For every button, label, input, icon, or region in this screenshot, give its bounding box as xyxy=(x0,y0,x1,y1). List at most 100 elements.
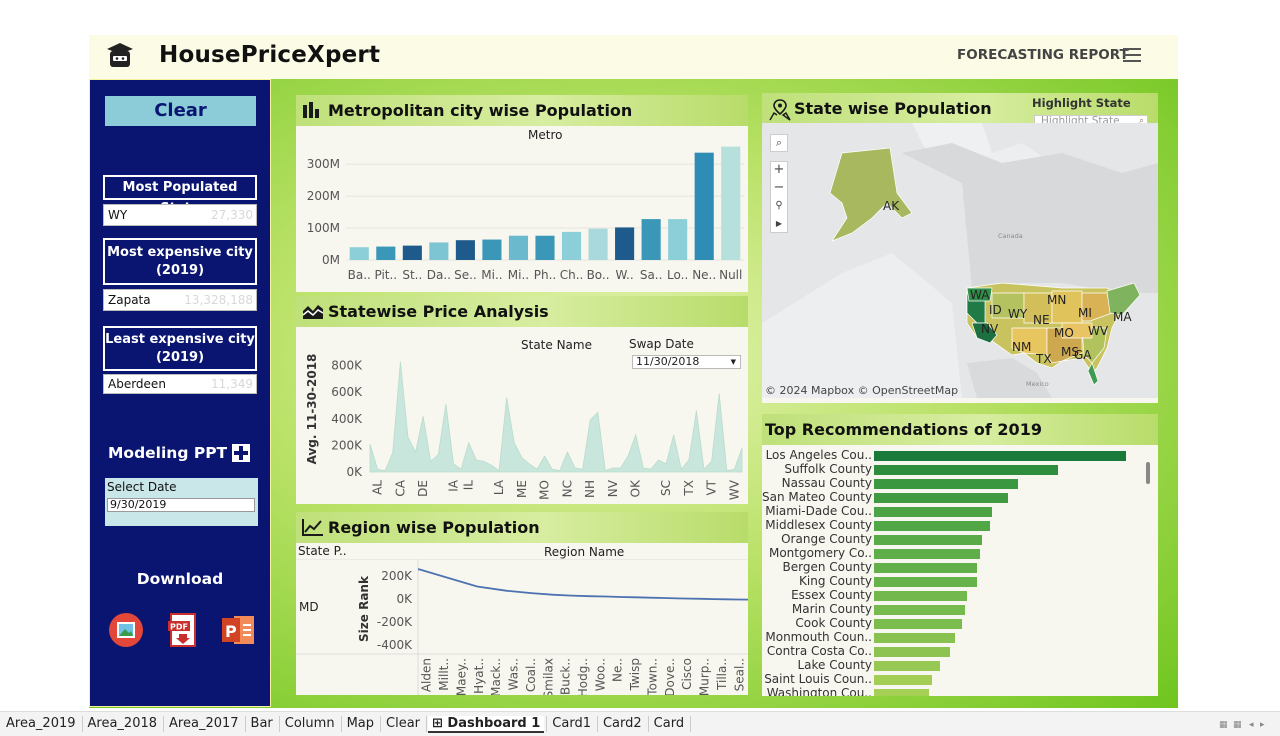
hamburger-menu-icon[interactable] xyxy=(1123,48,1141,64)
recommendation-bar[interactable] xyxy=(874,549,980,559)
zoom-out-icon[interactable]: − xyxy=(771,180,787,198)
recommendation-bar[interactable] xyxy=(874,535,983,545)
metro-bar[interactable] xyxy=(668,219,688,260)
tab-list-view-icon[interactable]: ▦ xyxy=(1233,720,1242,730)
recommendation-label: Bergen County xyxy=(782,560,873,574)
recommendation-label: Orange County xyxy=(781,532,872,546)
recommendation-bar[interactable] xyxy=(874,619,963,629)
kpi-value: 13,328,188 xyxy=(184,293,253,307)
kpi-title-most-expensive-city: Most expensive city (2019) xyxy=(103,238,257,285)
kpi-key: Zapata xyxy=(108,293,151,307)
tab-column[interactable]: Column xyxy=(281,716,339,731)
recommendation-bar[interactable] xyxy=(874,465,1058,475)
metro-bar[interactable] xyxy=(455,240,475,260)
kpi-key: WY xyxy=(108,208,128,222)
recommendation-bar[interactable] xyxy=(874,563,978,573)
x-tick-label: Dove.. xyxy=(663,658,677,695)
forecasting-report-link[interactable]: FORECASTING REPORT xyxy=(957,47,1129,63)
tab-map[interactable]: Map xyxy=(343,716,378,731)
metro-bar[interactable] xyxy=(588,228,608,260)
tab-separator xyxy=(163,716,165,732)
recommendation-bar[interactable] xyxy=(874,605,965,615)
metro-bar-chart[interactable]: 0M 100M 200M 300M Ba.. Pit.. St.. Da.. Se.. Mi.. M… xyxy=(296,140,748,292)
clear-button[interactable]: Clear xyxy=(105,96,256,126)
tab-area-2018[interactable]: Area_2018 xyxy=(84,716,162,731)
tab-card[interactable]: Card xyxy=(650,716,688,731)
recommendation-label: Lake County xyxy=(797,658,873,672)
app-header: HousePriceXpert FORECASTING REPORT xyxy=(89,35,1178,79)
tab-prev-icon[interactable]: ◂ xyxy=(1249,720,1254,730)
mexico-label: Mexico xyxy=(1026,380,1049,388)
recommendation-bar[interactable] xyxy=(874,493,1008,503)
us-state-map[interactable]: Canada Mexico AK WA ID WY MN MI NV NE MO… xyxy=(762,123,1158,398)
tab-separator xyxy=(244,716,246,732)
metro-bar[interactable] xyxy=(641,219,661,260)
x-tick-label: Hyat.. xyxy=(472,658,486,694)
metro-bar[interactable] xyxy=(561,231,582,260)
recommendation-bar[interactable] xyxy=(874,591,968,601)
recommendation-bar[interactable] xyxy=(874,451,1126,461)
recommendation-bar[interactable] xyxy=(874,675,932,685)
recommendations-bar-chart[interactable]: Los Angeles Cou.. Suffolk County Nassau Co… xyxy=(762,446,1142,696)
recommendation-bar[interactable] xyxy=(874,689,930,696)
metro-title-text: Metropolitan city wise Population xyxy=(328,101,633,120)
recommendation-bar[interactable] xyxy=(874,507,993,517)
statewise-area-chart[interactable]: Avg. 11-30-2018 0K 200K 400K 600K 800K AL CA DE I… xyxy=(296,351,748,504)
metro-bar[interactable] xyxy=(429,242,449,260)
tab-separator xyxy=(340,716,342,732)
recommendations-scrollbar[interactable] xyxy=(1146,462,1150,484)
x-tick-label: Ne.. xyxy=(692,268,716,282)
recommendation-bar[interactable] xyxy=(874,661,940,671)
region-line-chart[interactable]: Size Rank -400K -200K 0K 200K Alden Millt.. Mae… xyxy=(296,559,748,695)
tab-clear[interactable]: Clear xyxy=(382,716,424,731)
map-search-icon[interactable]: ⌕ xyxy=(770,134,788,152)
x-tick-label: AL xyxy=(371,480,385,495)
kpi-title-least-expensive-city: Least expensive city (2019) xyxy=(103,326,257,371)
tab-separator xyxy=(81,716,83,732)
metro-bar[interactable] xyxy=(535,235,555,260)
metro-bar[interactable] xyxy=(376,246,396,260)
x-tick-label: WV xyxy=(727,479,741,500)
image-download-icon[interactable] xyxy=(108,612,144,648)
map-label-ga: GA xyxy=(1074,348,1092,362)
metro-bar[interactable] xyxy=(694,152,714,260)
metro-bar[interactable] xyxy=(482,239,502,260)
sidebar: Clear Most Populated State WY 27,330 Mos… xyxy=(89,79,271,707)
region-line-series[interactable] xyxy=(418,568,748,601)
recommendation-bar[interactable] xyxy=(874,479,1018,489)
metro-bar[interactable] xyxy=(508,235,529,260)
tab-dashboard-1[interactable]: ⊞ Dashboard 1 xyxy=(428,716,545,733)
expand-arrow-icon[interactable]: ▶ xyxy=(771,216,787,234)
x-tick-label: Mi.. xyxy=(508,268,529,282)
metro-bar[interactable] xyxy=(615,227,635,260)
tab-area-2019[interactable]: Area_2019 xyxy=(2,716,80,731)
select-date-label: Select Date xyxy=(107,480,177,494)
zoom-in-icon[interactable]: + xyxy=(771,162,787,180)
tab-area-2017[interactable]: Area_2017 xyxy=(165,716,243,731)
recommendation-bar[interactable] xyxy=(874,633,955,643)
map-pin-icon xyxy=(769,99,791,121)
pdf-download-icon[interactable]: PDF xyxy=(165,612,201,648)
plus-icon[interactable] xyxy=(232,444,250,462)
recommendation-bar[interactable] xyxy=(874,577,978,587)
tab-card2[interactable]: Card2 xyxy=(599,716,646,731)
tab-card1[interactable]: Card1 xyxy=(548,716,595,731)
pin-icon[interactable]: ⚲ xyxy=(771,198,787,216)
tab-bar[interactable]: Bar xyxy=(247,716,277,731)
map-label-nm: NM xyxy=(1012,340,1031,354)
highlight-state-label: Highlight State xyxy=(1032,96,1131,110)
metro-bar[interactable] xyxy=(349,247,369,260)
x-tick-label: NH xyxy=(583,480,597,498)
tab-next-icon[interactable]: ▸ xyxy=(1260,720,1265,730)
y-tick-label: 300M xyxy=(307,157,340,171)
map-zoom-controls: + − ⚲ ▶ xyxy=(770,161,788,233)
powerpoint-download-icon[interactable]: P xyxy=(220,612,256,648)
tab-grid-view-icon[interactable]: ▦ xyxy=(1219,720,1228,730)
metro-bar[interactable] xyxy=(721,146,741,260)
modeling-ppt-label: Modeling PPT xyxy=(108,444,228,462)
recommendation-bar[interactable] xyxy=(874,647,950,657)
select-date-input[interactable]: 9/30/2019 xyxy=(107,498,255,512)
metro-bar[interactable] xyxy=(402,245,422,260)
recommendation-bar[interactable] xyxy=(874,521,990,531)
price-area-series[interactable] xyxy=(369,361,743,473)
